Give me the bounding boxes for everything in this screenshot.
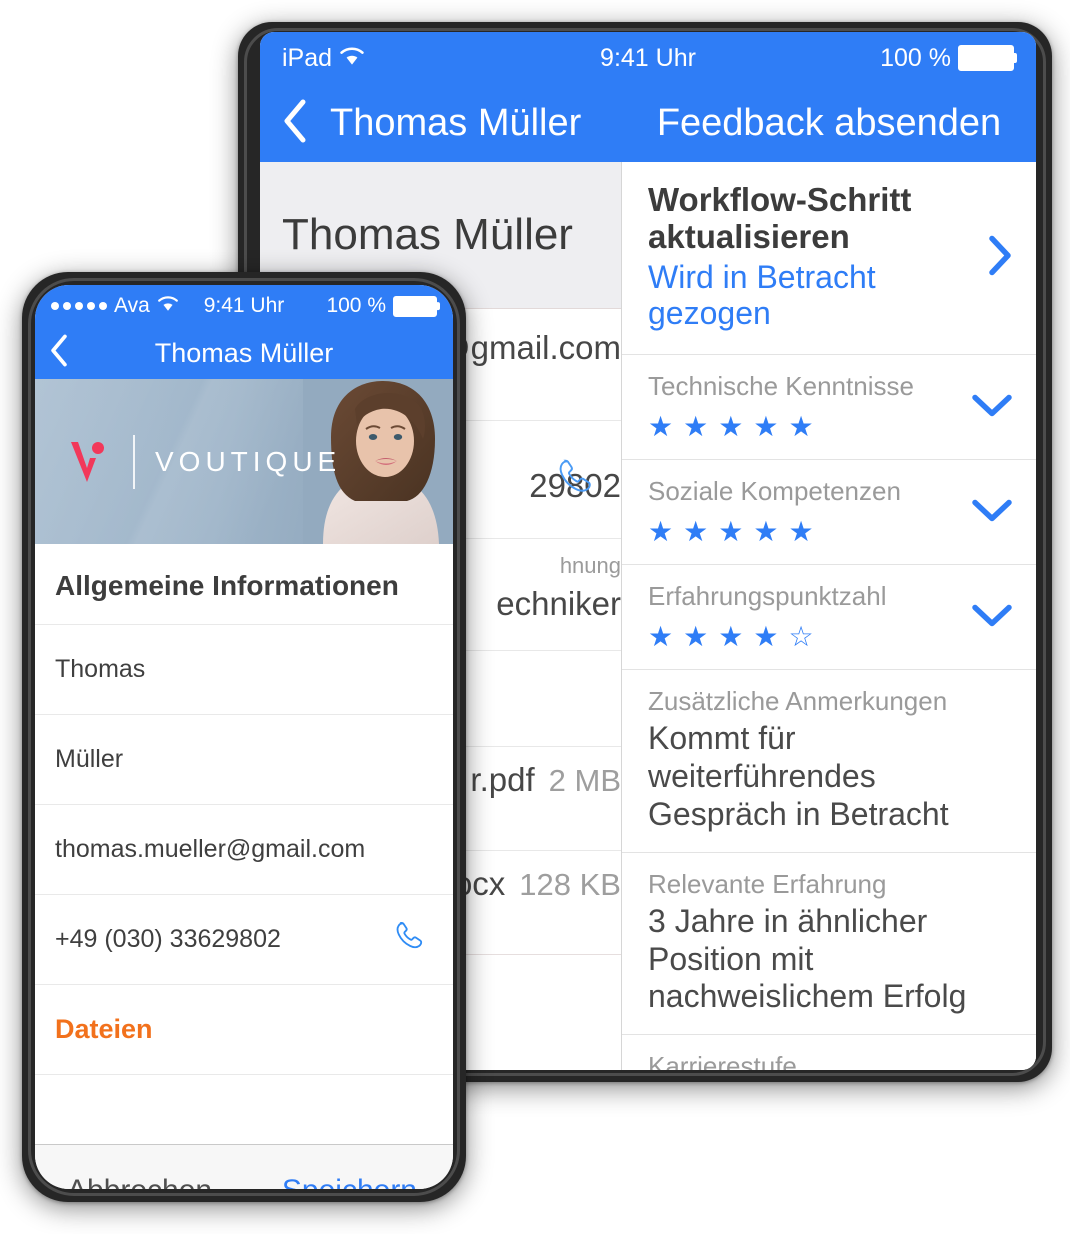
feedback-rating-row-experience[interactable]: Erfahrungspunktzahl ★ ★ ★ ★ ☆ — [622, 564, 1036, 671]
wifi-icon — [157, 294, 179, 318]
star-filled-icon[interactable]: ★ — [788, 517, 813, 546]
ipad-file-size: 2 MB — [548, 763, 621, 798]
iphone-status-right: 100 % — [326, 294, 437, 318]
feedback-field-value: Kommt für weiterführendes Gespräch in Be… — [648, 720, 949, 832]
star-filled-icon[interactable]: ★ — [788, 412, 813, 441]
star-filled-icon[interactable]: ★ — [648, 517, 673, 546]
form-field-first-name[interactable]: Thomas — [35, 624, 453, 714]
star-filled-icon[interactable]: ★ — [753, 412, 778, 441]
star-filled-icon[interactable]: ★ — [648, 412, 673, 441]
phone-icon[interactable] — [393, 919, 427, 960]
wifi-icon — [339, 44, 365, 73]
ipad-device-label: iPad — [282, 43, 333, 72]
phone-icon[interactable] — [555, 456, 597, 503]
star-filled-icon[interactable]: ★ — [683, 517, 708, 546]
screenshot-stage: iPad 9:41 Uhr 100 % Thomas Müller Feedba… — [0, 0, 1070, 1234]
iphone-form: Allgemeine Informationen Thomas Müller t… — [35, 544, 453, 1144]
star-filled-icon[interactable]: ★ — [683, 412, 708, 441]
form-field-value: +49 (030) 33629802 — [55, 925, 281, 953]
ipad-file-size: 128 KB — [519, 867, 621, 902]
signal-dots-icon — [51, 302, 107, 310]
star-filled-icon[interactable]: ★ — [718, 517, 743, 546]
battery-full-icon — [958, 45, 1014, 71]
feedback-workflow-step-row[interactable]: Workflow-Schritt aktualisieren Wird in B… — [622, 162, 1036, 355]
ipad-nav-right-title: Feedback absenden — [656, 101, 1002, 144]
star-filled-icon[interactable]: ★ — [718, 412, 743, 441]
ipad-status-right: 100 % — [880, 44, 1014, 73]
feedback-field-label: Relevante Erfahrung — [648, 868, 887, 899]
iphone-bottom-toolbar: Abbrechen Speichern — [35, 1144, 453, 1189]
feedback-field-row-career-level[interactable]: Karrierestufe Manager — [622, 1035, 1036, 1070]
ipad-file-name: r.pdf — [470, 761, 535, 798]
star-rating[interactable]: ★ ★ ★ ★ ☆ — [648, 623, 1012, 651]
form-section-title: Allgemeine Informationen — [55, 570, 399, 601]
chevron-down-icon[interactable] — [970, 600, 1014, 635]
logo-divider — [133, 434, 135, 489]
voutique-logo: VOUTIQUE — [67, 434, 342, 489]
iphone-screen: Ava 9:41 Uhr 100 % Thomas Müller VOUTIQU… — [35, 285, 453, 1189]
star-filled-icon[interactable]: ★ — [753, 517, 778, 546]
feedback-rating-label: Soziale Kompetenzen — [648, 475, 901, 506]
star-rating[interactable]: ★ ★ ★ ★ ★ — [648, 517, 1012, 546]
feedback-field-label: Karrierestufe — [648, 1051, 797, 1070]
ipad-feedback-column: Workflow-Schritt aktualisieren Wird in B… — [622, 162, 1036, 1070]
ipad-contact-name: Thomas Müller — [282, 210, 573, 259]
iphone-battery-percent: 100 % — [326, 294, 386, 317]
star-filled-icon[interactable]: ★ — [718, 623, 743, 651]
form-field-value: Thomas — [55, 655, 146, 683]
ipad-nav-left-pane: Thomas Müller — [260, 84, 622, 162]
chevron-down-icon[interactable] — [970, 389, 1014, 424]
form-field-value: thomas.mueller@gmail.com — [55, 835, 366, 863]
ipad-nav-title: Thomas Müller — [330, 101, 582, 144]
ipad-nav-right-pane: Feedback absenden — [622, 84, 1036, 162]
battery-full-icon — [393, 295, 437, 317]
ipad-nav-bar: Thomas Müller Feedback absenden — [260, 84, 1036, 162]
chevron-left-icon[interactable] — [49, 334, 69, 373]
feedback-field-value: 3 Jahre in ähnlicher Position mit nachwe… — [648, 902, 967, 1015]
form-spacer-row — [35, 1074, 453, 1144]
feedback-field-label: Zusätzliche Anmerkungen — [648, 686, 948, 717]
feedback-rating-row-technical[interactable]: Technische Kenntnisse ★ ★ ★ ★ ★ — [622, 354, 1036, 460]
star-rating[interactable]: ★ ★ ★ ★ ★ — [648, 412, 1012, 441]
feedback-field-row-experience[interactable]: Relevante Erfahrung 3 Jahre in ähnlicher… — [622, 852, 1036, 1035]
ipad-battery-percent: 100 % — [880, 43, 951, 72]
form-field-value: Müller — [55, 745, 124, 773]
feedback-workflow-title: Workflow-Schritt aktualisieren — [648, 181, 912, 255]
iphone-nav-bar: Thomas Müller — [35, 327, 453, 379]
chevron-right-icon[interactable] — [984, 233, 1014, 282]
ipad-status-bar: iPad 9:41 Uhr 100 % — [260, 32, 1036, 84]
star-filled-icon[interactable]: ★ — [648, 623, 673, 651]
feedback-workflow-status: Wird in Betracht gezogen — [648, 258, 876, 331]
iphone-nav-title: Thomas Müller — [154, 337, 334, 368]
form-field-email[interactable]: thomas.mueller@gmail.com — [35, 804, 453, 894]
form-field-files[interactable]: Dateien — [35, 984, 453, 1074]
star-outline-icon[interactable]: ☆ — [788, 623, 813, 651]
form-field-phone[interactable]: +49 (030) 33629802 — [35, 894, 453, 984]
form-field-last-name[interactable]: Müller — [35, 714, 453, 804]
star-filled-icon[interactable]: ★ — [753, 623, 778, 651]
voutique-wordmark: VOUTIQUE — [155, 445, 342, 477]
feedback-rating-label: Erfahrungspunktzahl — [648, 580, 887, 611]
chevron-left-icon[interactable] — [282, 98, 308, 149]
form-field-value: Dateien — [55, 1014, 153, 1044]
iphone-status-bar: Ava 9:41 Uhr 100 % — [35, 285, 453, 327]
feedback-rating-label: Technische Kenntnisse — [648, 370, 914, 401]
brand-banner: VOUTIQUE — [35, 379, 453, 544]
star-filled-icon[interactable]: ★ — [683, 623, 708, 651]
ipad-status-left: iPad — [282, 44, 365, 73]
feedback-field-row-notes[interactable]: Zusätzliche Anmerkungen Kommt für weiter… — [622, 670, 1036, 853]
iphone-status-left: Ava — [51, 294, 179, 318]
iphone-carrier-label: Ava — [114, 294, 150, 317]
save-button[interactable]: Speichern — [282, 1174, 417, 1190]
cancel-button[interactable]: Abbrechen — [67, 1174, 212, 1190]
feedback-rating-row-social[interactable]: Soziale Kompetenzen ★ ★ ★ ★ ★ — [622, 459, 1036, 565]
voutique-v-mark — [67, 436, 113, 488]
chevron-down-icon[interactable] — [970, 494, 1014, 529]
